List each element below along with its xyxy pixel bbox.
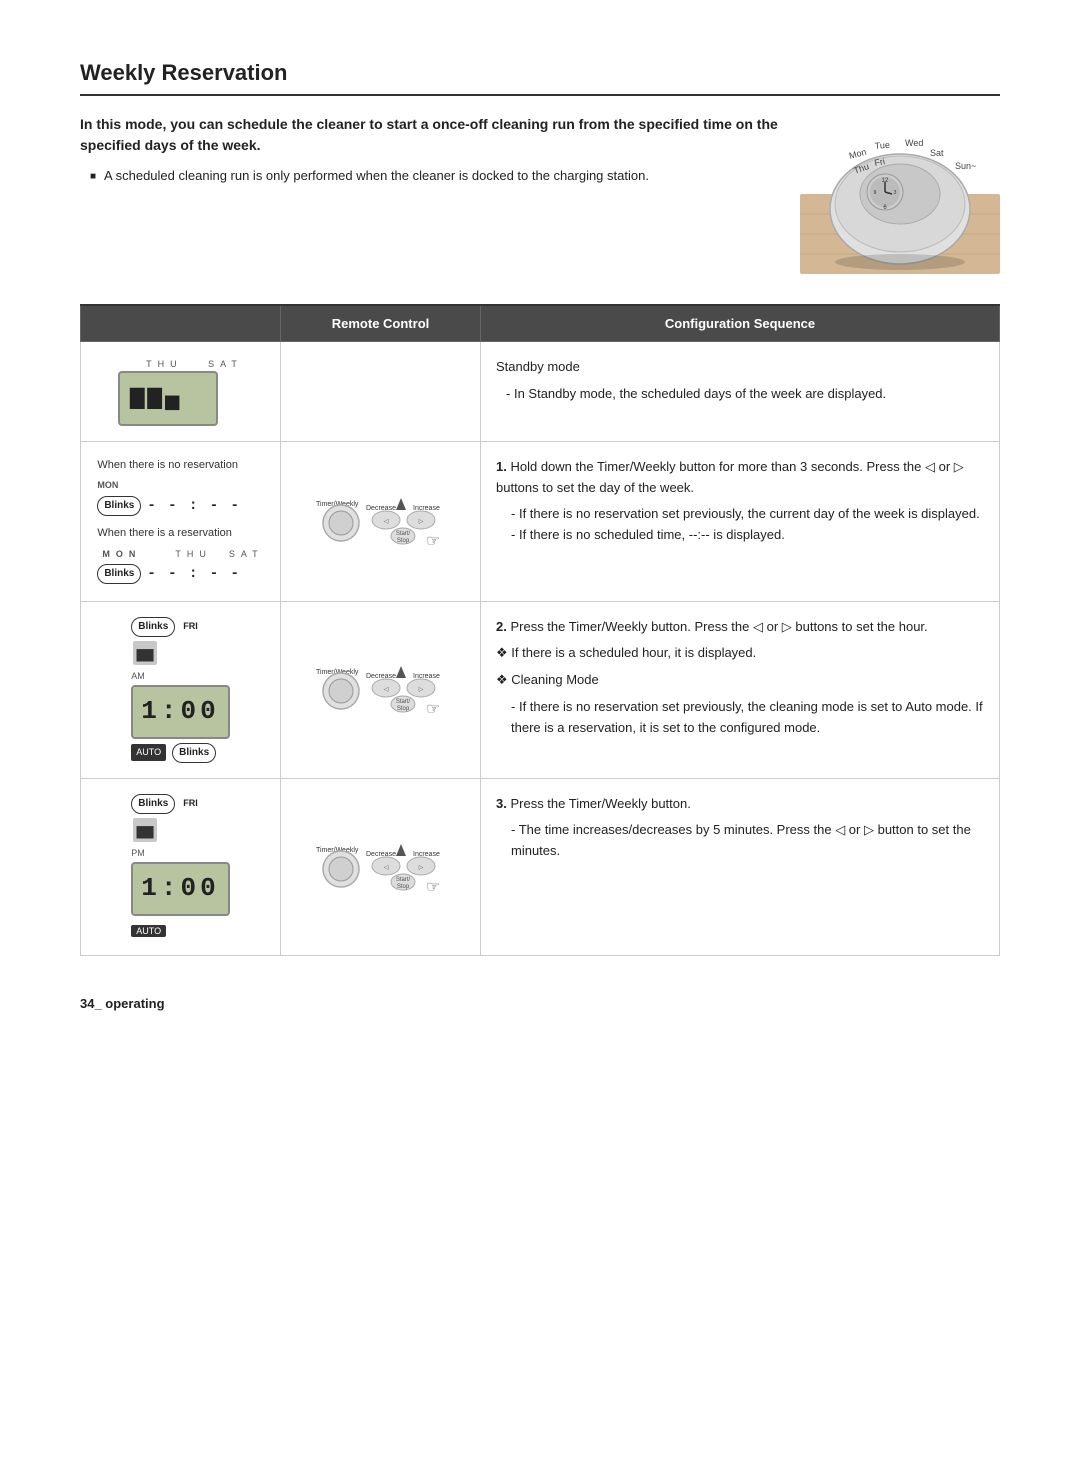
standby-item: In Standby mode, the scheduled days of t…	[506, 384, 984, 405]
svg-text:▆▆: ▆▆	[136, 823, 154, 839]
robot-image: 12 3 6 9 Mon Tue Wed Thu Fri Sat Sun~	[800, 114, 1000, 274]
table-row: Blinks FRI ▆▆ PM 1:00	[81, 778, 1000, 956]
col-header-left	[81, 305, 281, 342]
svg-text:Tue: Tue	[874, 140, 890, 151]
svg-text:Increase: Increase	[413, 505, 440, 512]
table-row: THU SAT ▆▆▄ Standby mode In Standby mode…	[81, 342, 1000, 442]
svg-text:◁: ◁	[383, 687, 388, 693]
svg-text:Decrease: Decrease	[366, 673, 396, 680]
svg-text:3: 3	[894, 190, 897, 196]
svg-text:◁: ◁	[383, 519, 388, 525]
page-title: Weekly Reservation	[80, 60, 1000, 96]
svg-text:Decrease: Decrease	[366, 505, 396, 512]
svg-text:Wed: Wed	[905, 138, 923, 148]
svg-text:▷: ▷	[418, 687, 423, 693]
standby-label: Standby mode	[496, 357, 984, 378]
cell-config-step1: 1. Hold down the Timer/Weekly button for…	[481, 441, 1000, 601]
cell-remote-standby	[281, 342, 481, 442]
blinks-badge-3: Blinks	[131, 617, 175, 637]
cell-config-standby: Standby mode In Standby mode, the schedu…	[481, 342, 1000, 442]
main-table: Remote Control Configuration Sequence TH…	[80, 304, 1000, 956]
with-reservation-label: When there is a reservation	[97, 525, 263, 543]
svg-text:Sun~: Sun~	[955, 161, 976, 171]
page-footer: 34_ operating	[80, 996, 1000, 1011]
svg-text:☞: ☞	[426, 533, 440, 550]
cell-display-step2: Blinks FRI ▆▆ AM 1:00	[81, 601, 281, 778]
cell-config-step2: 2. Press the Timer/Weekly button. Press …	[481, 601, 1000, 778]
cell-display-step3: Blinks FRI ▆▆ PM 1:00	[81, 778, 281, 956]
svg-text:Stop: Stop	[396, 884, 409, 890]
no-reservation-label: When there is no reservation	[97, 457, 263, 475]
table-row: When there is no reservation MON Blinks …	[81, 441, 1000, 601]
col-header-config: Configuration Sequence	[481, 305, 1000, 342]
svg-text:Mon: Mon	[848, 147, 868, 161]
col-header-remote: Remote Control	[281, 305, 481, 342]
intro-bold: In this mode, you can schedule the clean…	[80, 114, 780, 156]
svg-text:◁: ◁	[383, 865, 388, 871]
intro-section: In this mode, you can schedule the clean…	[80, 114, 1000, 274]
svg-text:Increase: Increase	[413, 673, 440, 680]
svg-text:Start/: Start/	[395, 877, 410, 883]
svg-text:9: 9	[874, 190, 877, 196]
svg-text:▷: ▷	[418, 865, 423, 871]
svg-text:☞: ☞	[426, 879, 440, 896]
svg-text:Start/: Start/	[395, 531, 410, 537]
cell-display-standby: THU SAT ▆▆▄	[81, 342, 281, 442]
svg-text:Sat: Sat	[930, 148, 944, 158]
blinks-badge-4: Blinks	[172, 743, 216, 763]
svg-text:▷: ▷	[418, 519, 423, 525]
remote-svg-3: Timer/Weekly Decrease ◁ ▷ Increase Start…	[311, 814, 451, 914]
svg-text:Start/: Start/	[395, 699, 410, 705]
intro-bullet: A scheduled cleaning run is only perform…	[90, 166, 780, 186]
cell-config-step3: 3. Press the Timer/Weekly button. The ti…	[481, 778, 1000, 956]
remote-svg-2: Timer/Weekly Decrease ◁ ▷ Increase Start…	[311, 636, 451, 736]
svg-text:Stop: Stop	[396, 706, 409, 712]
svg-text:Increase: Increase	[413, 851, 440, 858]
cell-remote-step3: Timer/Weekly Decrease ◁ ▷ Increase Start…	[281, 778, 481, 956]
cell-remote-step1: Timer/Weekly Decrease ◁ ▷ Increase	[281, 441, 481, 601]
svg-text:Fri: Fri	[874, 156, 886, 168]
cell-remote-step2: Timer/Weekly Decrease ◁ ▷ Increase Start…	[281, 601, 481, 778]
svg-text:Decrease: Decrease	[366, 851, 396, 858]
blinks-badge-5: Blinks	[131, 794, 175, 814]
blinks-badge-1: Blinks	[97, 496, 141, 516]
blinks-badge-2: Blinks	[97, 564, 141, 584]
svg-text:▆▆: ▆▆	[136, 646, 154, 662]
svg-text:Stop: Stop	[396, 538, 409, 544]
svg-text:☞: ☞	[426, 701, 440, 718]
remote-svg-1: Timer/Weekly Decrease ◁ ▷ Increase	[311, 468, 451, 568]
cell-display-step1: When there is no reservation MON Blinks …	[81, 441, 281, 601]
table-row: Blinks FRI ▆▆ AM 1:00	[81, 601, 1000, 778]
intro-text: In this mode, you can schedule the clean…	[80, 114, 780, 186]
